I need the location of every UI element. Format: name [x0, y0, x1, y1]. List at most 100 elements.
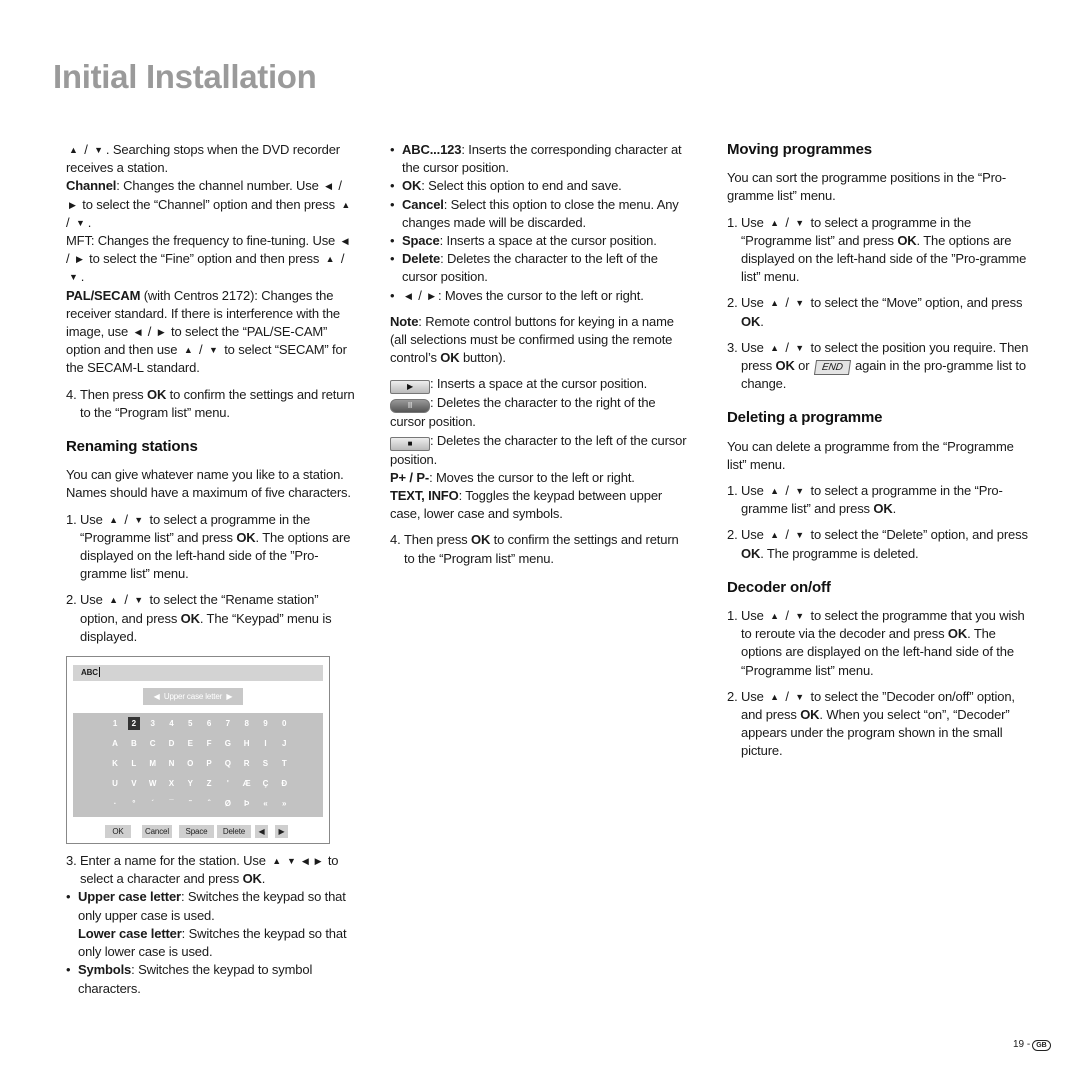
section-heading: Decoder on/off	[727, 579, 1029, 597]
text: : Inserts a space at the cursor position…	[430, 376, 648, 392]
keypad-key: Ð	[281, 779, 287, 789]
list-marker: •	[390, 287, 395, 303]
keypad-key: °	[132, 799, 136, 809]
down-icon: ▼	[795, 342, 805, 353]
keypad-key: D	[168, 739, 175, 749]
paragraph: TEXT, INFO: Toggles the keypad between u…	[390, 487, 692, 523]
keypad-button: ▶	[275, 825, 288, 839]
numbered-step: 1. Use ▲ / ▼ to select a programme in the…	[66, 511, 358, 584]
text: /	[144, 324, 155, 340]
bold-term: OK	[147, 386, 167, 402]
up-icon: ▲	[770, 486, 779, 497]
bold-term: OK	[236, 529, 256, 545]
text: : Select this option to close the menu. …	[402, 196, 679, 230]
paragraph: ■: Deletes the character to the left of …	[390, 432, 692, 469]
keypad-key: N	[168, 759, 175, 769]
list-marker: •	[390, 196, 395, 212]
left-icon: ◀	[325, 181, 332, 192]
numbered-step: 4. Then press OK to confirm the settings …	[66, 386, 358, 422]
keypad-figure: ABC ◀ Upper case letter ▶ 1234567890ABCD…	[66, 656, 358, 845]
down-icon: ▼	[69, 272, 78, 283]
bold-term: Delete	[402, 251, 441, 267]
bold-term: TEXT, INFO	[390, 488, 459, 504]
up-icon: ▲	[770, 342, 779, 353]
bold-term: Note	[390, 313, 419, 329]
text: .	[760, 313, 764, 329]
text: Enter a name for the station. Use	[80, 853, 270, 869]
list-marker: 2.	[727, 688, 738, 704]
numbered-step: 3. Use ▲ / ▼ to select the position you r…	[727, 339, 1029, 394]
bold-term: OK	[440, 350, 460, 366]
text: Use	[741, 295, 768, 311]
down-icon: ▼	[94, 145, 103, 155]
list-marker: 1.	[66, 511, 77, 527]
keypad-screenshot: ABC ◀ Upper case letter ▶ 1234567890ABCD…	[66, 656, 330, 845]
pause-icon: II	[390, 399, 430, 414]
text: : Moves the cursor to the left or right.	[429, 469, 635, 485]
bold-term: Symbols	[78, 962, 132, 978]
paragraph: Lower case letter: Switches the keypad s…	[66, 925, 358, 961]
down-icon: ▼	[795, 691, 805, 702]
text: /	[781, 527, 793, 543]
down-icon: ▼	[795, 298, 805, 309]
text: Renaming stations	[66, 438, 198, 456]
text: : Select this option to end and save.	[421, 178, 622, 194]
left-icon: ◀	[301, 856, 309, 867]
up-icon: ▲	[770, 611, 779, 622]
keypad-key: ´	[151, 799, 154, 809]
paragraph: Note: Remote control buttons for keying …	[390, 313, 692, 368]
up-icon: ▲	[770, 217, 779, 228]
list-marker: •	[390, 251, 395, 267]
up-icon: ▲	[109, 514, 118, 525]
keypad-key: X	[168, 779, 174, 789]
down-icon: ▼	[134, 514, 144, 525]
bold-term: OK	[897, 232, 917, 248]
column-right: Moving programmes You can sort the progra…	[727, 141, 1029, 761]
section-heading: Renaming stations	[66, 438, 358, 456]
bullet-item: • OK: Select this option to end and save.	[390, 177, 692, 195]
paragraph: ▲ / ▼. Searching stops when the DVD reco…	[66, 141, 358, 177]
list-marker: •	[66, 962, 71, 978]
text: Use	[741, 608, 768, 624]
text: Use	[80, 511, 107, 527]
text: to select the “Channel” option and then …	[78, 196, 339, 212]
text: /	[66, 251, 73, 267]
list-marker: •	[390, 178, 395, 194]
keypad-key: 8	[244, 719, 249, 729]
down-icon: ▼	[75, 217, 85, 228]
page-number-text: 19	[1013, 1039, 1025, 1050]
text: /	[195, 342, 206, 358]
keypad-key: «	[263, 799, 268, 809]
up-icon: ▲	[69, 145, 78, 155]
paragraph: You can give whatever name you like to a…	[66, 466, 358, 502]
text: /	[120, 511, 132, 527]
down-icon: ▼	[795, 611, 805, 622]
bullet-item: • Space: Inserts a space at the cursor po…	[390, 232, 692, 250]
list-marker: •	[390, 233, 395, 249]
keypad-key: L	[131, 759, 137, 769]
paragraph: Channel: Changes the channel number. Use…	[66, 177, 358, 232]
right-icon: ▶	[428, 290, 435, 301]
list-marker: 2.	[727, 527, 738, 543]
text: /	[337, 251, 345, 267]
text: Use	[741, 527, 768, 543]
bold-term: OK	[741, 313, 761, 329]
text: /	[80, 142, 92, 157]
list-marker: 1.	[727, 483, 738, 499]
text: : Inserts a space at the cursor position…	[439, 233, 657, 249]
text: .	[892, 501, 897, 517]
text: You can give whatever name you like to a…	[66, 467, 351, 501]
bold-term: PAL/SECAM	[66, 287, 141, 303]
text: /	[120, 592, 132, 608]
bullet-item: • Cancel: Select this option to close the…	[390, 196, 692, 232]
list-marker: 4.	[390, 532, 401, 548]
text: Use	[741, 688, 768, 704]
text: .	[87, 214, 92, 230]
bold-term: OK	[402, 178, 422, 194]
list-marker: 2.	[66, 592, 77, 608]
keypad-key: 4	[169, 719, 174, 729]
numbered-step: 1. Use ▲ / ▼ to select a programme in the…	[727, 214, 1029, 287]
text: : Deletes the character to the left of t…	[390, 432, 687, 467]
text-cursor	[98, 667, 101, 678]
stop-icon: ■	[390, 436, 430, 451]
